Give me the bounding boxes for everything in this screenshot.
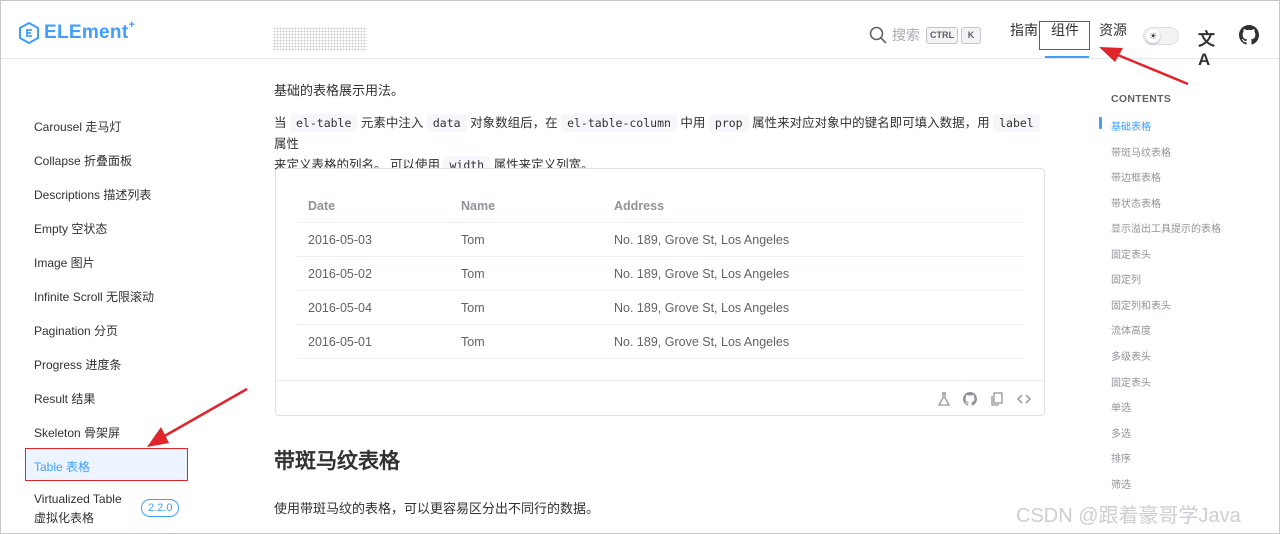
desc-text: 属性	[274, 137, 300, 151]
code-el-table: el-table	[290, 114, 358, 132]
nav-resource[interactable]: 资源	[1099, 1, 1127, 59]
table-cell-name: Tom	[461, 267, 485, 281]
toc-item[interactable]: 固定表头	[1111, 246, 1151, 261]
toc-item[interactable]: 显示溢出工具提示的表格	[1111, 220, 1221, 235]
desc-text: 属性来对应对象中的键名即可填入数据，用	[752, 116, 990, 130]
sidebar-item-virtualized-table-cn[interactable]: 虚拟化表格	[34, 509, 94, 526]
logo[interactable]: ELEment +	[19, 19, 135, 44]
copy-icon[interactable]	[989, 391, 1005, 407]
search-placeholder: 搜索	[892, 27, 920, 43]
arrow-head-sidebar	[147, 427, 169, 447]
table-row: 2016-05-03 Tom No. 189, Grove St, Los An…	[296, 223, 1024, 257]
table-cell-date: 2016-05-04	[308, 301, 372, 315]
sidebar-item-skeleton[interactable]: Skeleton 骨架屏	[34, 424, 120, 441]
desc-text: 当	[274, 116, 287, 130]
table-cell-name: Tom	[461, 233, 485, 247]
nav-active-underline	[1045, 56, 1089, 58]
table-cell-address: No. 189, Grove St, Los Angeles	[614, 301, 790, 315]
toc-item[interactable]: 多级表头	[1111, 348, 1151, 363]
toc-item[interactable]: 多选	[1111, 425, 1131, 440]
sidebar-item-infinite-scroll[interactable]: Infinite Scroll 无限滚动	[34, 288, 154, 305]
page-frame: ELEment + 搜索 CTRL K 指南 组件 资源 ☀ 文A Carous…	[0, 0, 1280, 534]
desc-text: 中用	[680, 116, 706, 130]
flask-icon[interactable]	[936, 391, 952, 407]
sidebar-item-image[interactable]: Image 图片	[34, 254, 95, 271]
table-cell-address: No. 189, Grove St, Los Angeles	[614, 267, 790, 281]
demo-block: Date Name Address 2016-05-03 Tom No. 189…	[275, 168, 1045, 416]
top-header: ELEment + 搜索 CTRL K 指南 组件 资源 ☀ 文A	[1, 1, 1279, 69]
github-icon[interactable]	[962, 391, 978, 407]
table-cell-address: No. 189, Grove St, Los Angeles	[614, 335, 790, 349]
toc-item[interactable]: 固定表头	[1111, 374, 1151, 389]
table-cell-date: 2016-05-01	[308, 335, 372, 349]
table-cell-name: Tom	[461, 301, 485, 315]
toc-item[interactable]: 固定列	[1111, 271, 1141, 286]
sidebar-item-result[interactable]: Result 结果	[34, 390, 95, 407]
theme-toggle[interactable]: ☀	[1143, 27, 1179, 45]
demo-table: Date Name Address 2016-05-03 Tom No. 189…	[296, 189, 1024, 359]
toc-item[interactable]: 带状态表格	[1111, 195, 1161, 210]
code-el-table-column: el-table-column	[561, 114, 677, 132]
toc-title: CONTENTS	[1111, 93, 1172, 105]
demo-toolbar	[276, 380, 1044, 416]
toc-item[interactable]: 流体高度	[1111, 322, 1151, 337]
sun-icon: ☀	[1146, 29, 1160, 43]
toc-item[interactable]: 筛选	[1111, 476, 1131, 491]
section-description: 使用带斑马纹的表格，可以更容易区分出不同行的数据。	[274, 501, 600, 516]
table-cell-date: 2016-05-02	[308, 267, 372, 281]
description-paragraph: 当 el-table 元素中注入 data 对象数组后，在 el-table-c…	[274, 113, 1054, 176]
table-cell-name: Tom	[461, 335, 485, 349]
code-prop: prop	[708, 114, 749, 132]
logo-text: ELEment	[44, 22, 129, 43]
watermark: CSDN @跟着豪哥学Java	[1016, 505, 1241, 527]
search-icon	[869, 26, 887, 44]
sidebar-item-empty[interactable]: Empty 空状态	[34, 220, 107, 237]
toc-active-marker	[1099, 117, 1102, 129]
table-header-row: Date Name Address	[296, 189, 1024, 223]
toc-item[interactable]: 基础表格	[1111, 118, 1151, 133]
toc-item[interactable]: 带边框表格	[1111, 169, 1161, 184]
table-header-date: Date	[308, 199, 336, 213]
arrow-line-sidebar	[160, 387, 248, 440]
sidebar-item-progress[interactable]: Progress 进度条	[34, 356, 121, 373]
intro-text: 基础的表格展示用法。	[274, 83, 405, 98]
sidebar-item-virtualized-table[interactable]: Virtualized Table	[34, 492, 122, 506]
desc-text: 元素中注入	[360, 116, 424, 130]
sidebar-item-descriptions[interactable]: Descriptions 描述列表	[34, 186, 151, 203]
table-row: 2016-05-04 Tom No. 189, Grove St, Los An…	[296, 291, 1024, 325]
kbd-ctrl: CTRL	[926, 26, 958, 44]
table-header-address: Address	[614, 199, 665, 213]
section-title: 带斑马纹表格	[274, 450, 400, 473]
search-box[interactable]: 搜索 CTRL K	[869, 25, 981, 45]
sidebar-item-carousel[interactable]: Carousel 走马灯	[34, 118, 121, 135]
toc-item[interactable]: 固定列和表头	[1111, 297, 1171, 312]
code-data: data	[426, 114, 467, 132]
translate-icon[interactable]: 文A	[1198, 25, 1220, 69]
blurred-banner	[273, 27, 367, 51]
toc-item[interactable]: 排序	[1111, 450, 1131, 465]
annotation-box-nav	[1039, 21, 1090, 50]
element-logo-icon	[19, 22, 39, 44]
sidebar-item-table[interactable]: Table 表格	[34, 458, 90, 475]
table-row: 2016-05-01 Tom No. 189, Grove St, Los An…	[296, 325, 1024, 359]
github-icon[interactable]	[1239, 25, 1259, 45]
toc-item[interactable]: 带斑马纹表格	[1111, 144, 1171, 159]
kbd-k: K	[961, 26, 981, 44]
toc-item[interactable]: 单选	[1111, 399, 1131, 414]
sidebar-item-pagination[interactable]: Pagination 分页	[34, 322, 118, 339]
table-cell-date: 2016-05-03	[308, 233, 372, 247]
table-header-name: Name	[461, 199, 496, 213]
logo-sup: +	[128, 19, 135, 31]
nav-guide[interactable]: 指南	[1010, 1, 1038, 59]
sidebar-item-collapse[interactable]: Collapse 折叠面板	[34, 152, 132, 169]
version-badge: 2.2.0	[141, 499, 180, 517]
code-icon[interactable]	[1016, 391, 1032, 407]
desc-text: 对象数组后，在	[470, 116, 558, 130]
code-label: label	[993, 114, 1040, 132]
table-row: 2016-05-02 Tom No. 189, Grove St, Los An…	[296, 257, 1024, 291]
table-cell-address: No. 189, Grove St, Los Angeles	[614, 233, 790, 247]
